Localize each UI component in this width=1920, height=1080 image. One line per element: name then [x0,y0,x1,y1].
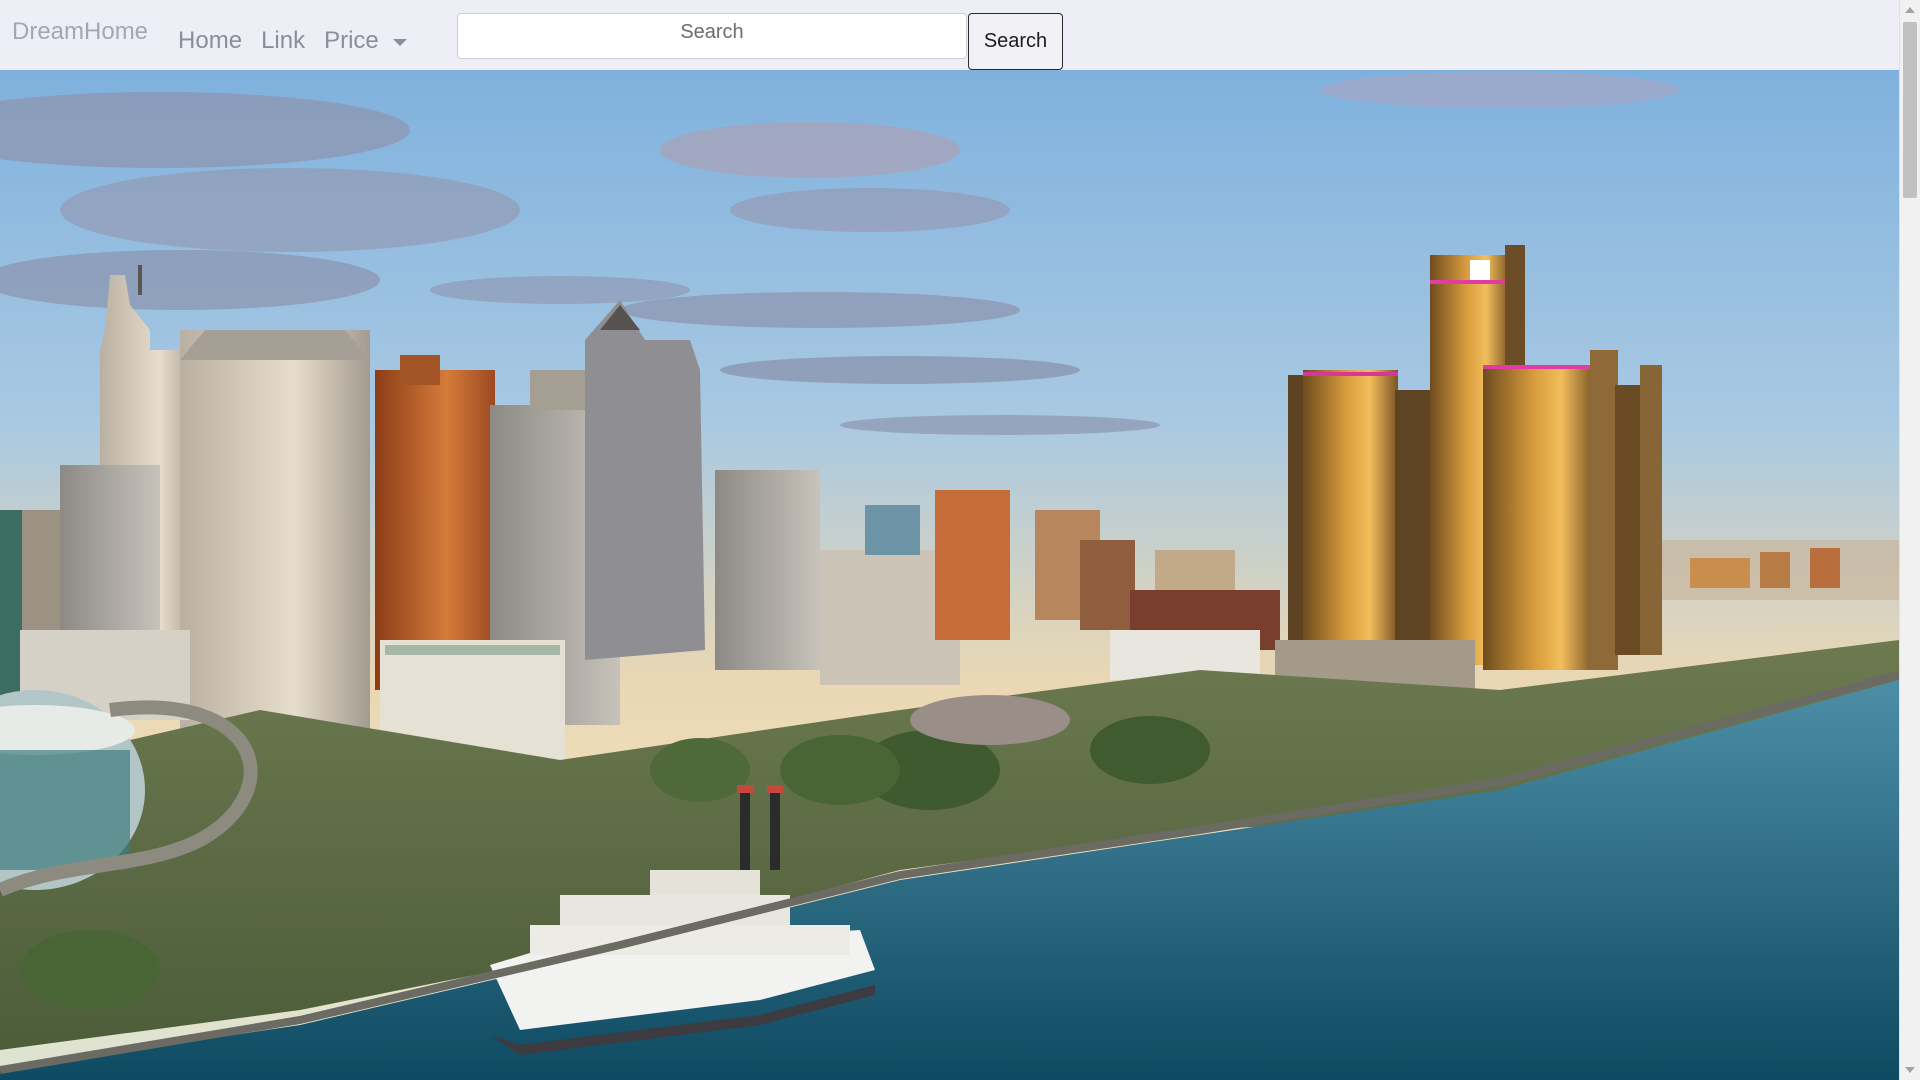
nav-dropdown-price[interactable]: Price [324,27,407,55]
brand-logo[interactable]: DreamHome [12,18,148,46]
caret-down-icon [392,38,407,46]
hero-image [0,70,1899,1080]
nav-link-link[interactable]: Link [261,27,305,55]
page: DreamHome Home Link Price Search [0,0,1920,1080]
scroll-up-arrow-icon[interactable] [1905,7,1915,13]
navbar: DreamHome Home Link Price Search [0,0,1899,70]
scrollbar-thumb[interactable] [1903,22,1917,198]
nav-dropdown-price-label: Price [324,27,379,54]
vertical-scrollbar[interactable] [1899,0,1920,1080]
city-skyline-photo-icon [0,70,1899,1080]
scroll-down-arrow-icon[interactable] [1905,1067,1915,1073]
nav-link-home[interactable]: Home [178,27,242,55]
search-input[interactable] [457,13,967,59]
search-button[interactable]: Search [968,13,1063,70]
